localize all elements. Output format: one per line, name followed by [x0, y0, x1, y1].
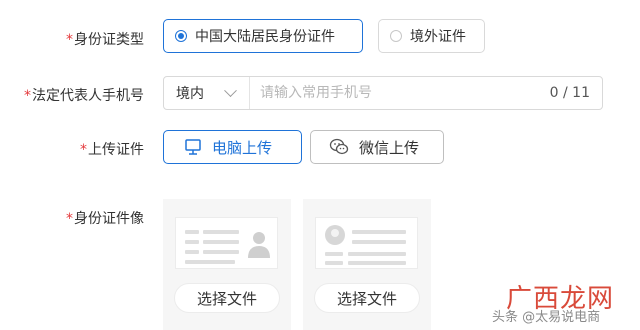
radio-mainland-id[interactable]: 中国大陆居民身份证件 — [163, 19, 363, 53]
watermark-sub: 头条 @太易说电商 — [492, 310, 601, 325]
required-mark: * — [80, 142, 87, 158]
avatar-placeholder-icon — [248, 232, 270, 258]
avatar-placeholder-icon — [325, 225, 345, 245]
upload-label: *上传证件 — [80, 142, 144, 158]
required-mark: * — [66, 211, 73, 227]
phone-field: 境内 0 / 11 — [163, 76, 603, 110]
phone-input[interactable] — [250, 77, 550, 109]
required-mark: * — [66, 32, 73, 48]
pc-upload-label: 电脑上传 — [212, 138, 273, 157]
radio-mainland-id-label: 中国大陆居民身份证件 — [195, 29, 335, 45]
radio-dot-icon — [390, 30, 402, 42]
monitor-icon — [185, 139, 201, 155]
wechat-upload-button[interactable]: 微信上传 — [310, 130, 444, 164]
phone-label: *法定代表人手机号 — [24, 88, 144, 104]
id-back-placeholder — [315, 217, 418, 269]
wechat-icon — [329, 138, 349, 155]
chevron-down-icon — [224, 83, 237, 97]
id-type-label: *身份证类型 — [66, 32, 144, 48]
id-back-card: 选择文件 — [303, 199, 431, 330]
id-image-label: *身份证件像 — [66, 211, 144, 227]
region-select[interactable]: 境内 — [164, 77, 250, 109]
pc-upload-button[interactable]: 电脑上传 — [163, 130, 302, 164]
radio-foreign-id[interactable]: 境外证件 — [378, 19, 485, 53]
id-front-card: 选择文件 — [163, 199, 291, 330]
wechat-upload-label: 微信上传 — [359, 138, 420, 157]
choose-file-button-1[interactable]: 选择文件 — [174, 283, 280, 313]
required-mark: * — [24, 88, 31, 104]
radio-foreign-id-label: 境外证件 — [410, 29, 466, 45]
watermark: 广西龙网 头条 @太易说电商 — [492, 282, 640, 330]
char-counter: 0 / 11 — [549, 85, 590, 101]
id-front-placeholder — [175, 217, 278, 269]
radio-dot-icon — [175, 30, 187, 42]
choose-file-button-2[interactable]: 选择文件 — [314, 283, 420, 313]
region-value: 境内 — [176, 86, 204, 102]
